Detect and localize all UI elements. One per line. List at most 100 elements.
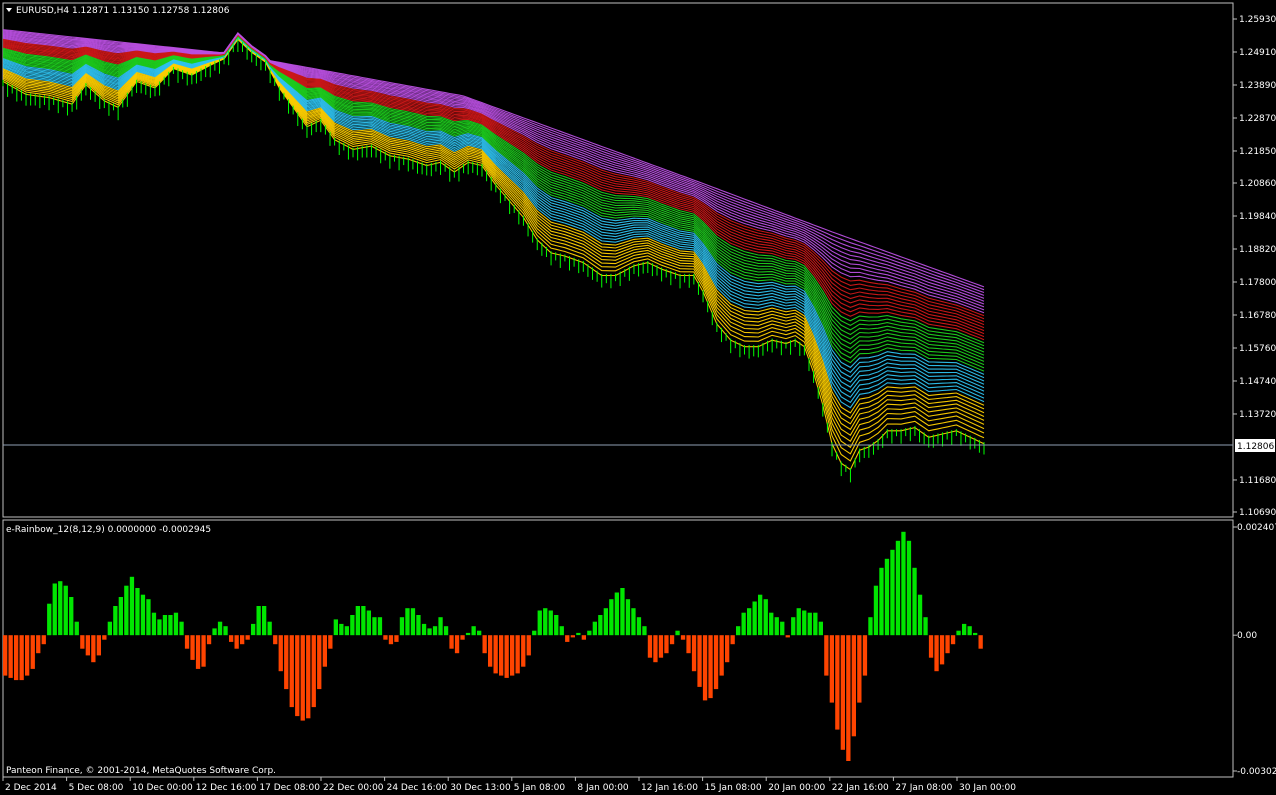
price-tick-label: 1.20860: [1239, 179, 1276, 189]
histogram-bar: [769, 612, 774, 636]
histogram-bar: [58, 581, 63, 636]
histogram-bar: [587, 630, 592, 636]
histogram-bar: [443, 626, 449, 636]
histogram-bar: [289, 635, 294, 708]
histogram-bar: [25, 635, 30, 676]
histogram-bar: [713, 635, 719, 690]
histogram-bar: [521, 635, 526, 667]
histogram-bar: [653, 635, 658, 663]
histogram-bar: [366, 610, 371, 636]
histogram-bar: [873, 585, 879, 636]
price-tick-label: 1.24910: [1239, 48, 1276, 58]
histogram-bar: [107, 621, 112, 636]
histogram-bar: [620, 588, 625, 636]
histogram-bar: [741, 612, 746, 636]
histogram-bar: [85, 635, 90, 656]
histogram-bar: [267, 621, 272, 636]
histogram-bar: [69, 597, 74, 636]
main-chart-title: EURUSD,H4 1.12871 1.13150 1.12758 1.1280…: [16, 6, 230, 16]
histogram-bar: [967, 626, 972, 636]
histogram-bar: [939, 635, 945, 665]
histogram-bar: [752, 601, 757, 636]
histogram-bar: [240, 635, 245, 645]
histogram-bar: [355, 606, 360, 636]
histogram-bar: [581, 635, 586, 640]
histogram-bar: [251, 623, 256, 636]
price-tick-label: 1.18820: [1239, 245, 1276, 255]
price-tick-label: 1.14740: [1239, 377, 1276, 387]
histogram-bar: [278, 635, 283, 672]
histogram-bar: [504, 635, 509, 678]
histogram-bar: [91, 635, 96, 663]
histogram-bar: [658, 635, 664, 658]
histogram-bar: [19, 635, 24, 681]
histogram-bar: [747, 608, 752, 636]
histogram-bar: [333, 619, 338, 636]
time-tick-label: 30 Jan 00:00: [959, 783, 1016, 793]
time-tick-label: 15 Jan 08:00: [705, 783, 762, 793]
histogram-bar: [664, 635, 669, 654]
histogram-bar: [388, 635, 394, 645]
histogram-bar: [129, 576, 135, 636]
histogram-bar: [135, 588, 140, 636]
histogram-bar: [217, 621, 223, 636]
histogram-bar: [697, 635, 702, 687]
histogram-bar: [493, 635, 498, 674]
time-tick-label: 12 Dec 16:00: [196, 783, 257, 793]
histogram-bar: [488, 635, 493, 667]
time-tick-label: 5 Dec 08:00: [69, 783, 124, 793]
background: [0, 0, 1276, 795]
time-tick-label: 24 Dec 16:00: [387, 783, 448, 793]
histogram-bar: [184, 635, 190, 649]
histogram-bar: [52, 583, 57, 636]
histogram-bar: [306, 635, 311, 719]
histogram-bar: [317, 635, 322, 690]
histogram-bar: [173, 612, 179, 636]
histogram-bar: [273, 635, 278, 645]
histogram-bar: [807, 612, 812, 636]
histogram-bar: [840, 635, 845, 750]
histogram-bar: [917, 594, 923, 636]
histogram-bar: [962, 623, 967, 636]
histogram-bar: [835, 635, 840, 730]
histogram-bar: [146, 599, 151, 636]
histogram-bar: [978, 635, 983, 649]
histogram-bar: [74, 621, 79, 636]
histogram-bar: [598, 615, 603, 636]
histogram-bar: [554, 615, 559, 636]
time-tick-label: 22 Jan 16:00: [832, 783, 889, 793]
histogram-bar: [736, 626, 741, 636]
histogram-bar: [785, 635, 790, 638]
histogram-bar: [791, 617, 796, 636]
histogram-bar: [234, 635, 239, 649]
histogram-bar: [3, 635, 8, 676]
price-tick-label: 1.11680: [1239, 476, 1276, 486]
time-tick-label: 27 Jan 08:00: [895, 783, 952, 793]
histogram-bar: [824, 635, 829, 676]
histogram-bar: [377, 617, 383, 636]
histogram-bar: [482, 635, 487, 654]
histogram-bar: [543, 608, 548, 636]
histogram-bar: [603, 608, 608, 636]
price-tick-label: 1.22870: [1239, 114, 1276, 124]
histogram-bar: [510, 635, 515, 676]
histogram-bar: [537, 610, 542, 636]
histogram-bar: [526, 635, 531, 656]
histogram-bar: [438, 617, 443, 636]
histogram-bar: [576, 632, 581, 636]
histogram-bar: [344, 626, 349, 636]
histogram-bar: [80, 635, 85, 649]
histogram-bar: [295, 635, 300, 717]
histogram-bar: [421, 623, 427, 636]
histogram-bar: [212, 628, 217, 636]
histogram-bar: [328, 635, 333, 649]
histogram-bar: [758, 594, 763, 636]
histogram-bar: [47, 603, 52, 636]
histogram-bar: [950, 635, 956, 645]
histogram-bar: [702, 635, 708, 701]
histogram-bar: [262, 606, 267, 636]
histogram-bar: [256, 606, 261, 636]
histogram-bar: [851, 635, 856, 737]
price-tick-label: 1.23890: [1239, 81, 1276, 91]
histogram-bar: [449, 635, 454, 649]
